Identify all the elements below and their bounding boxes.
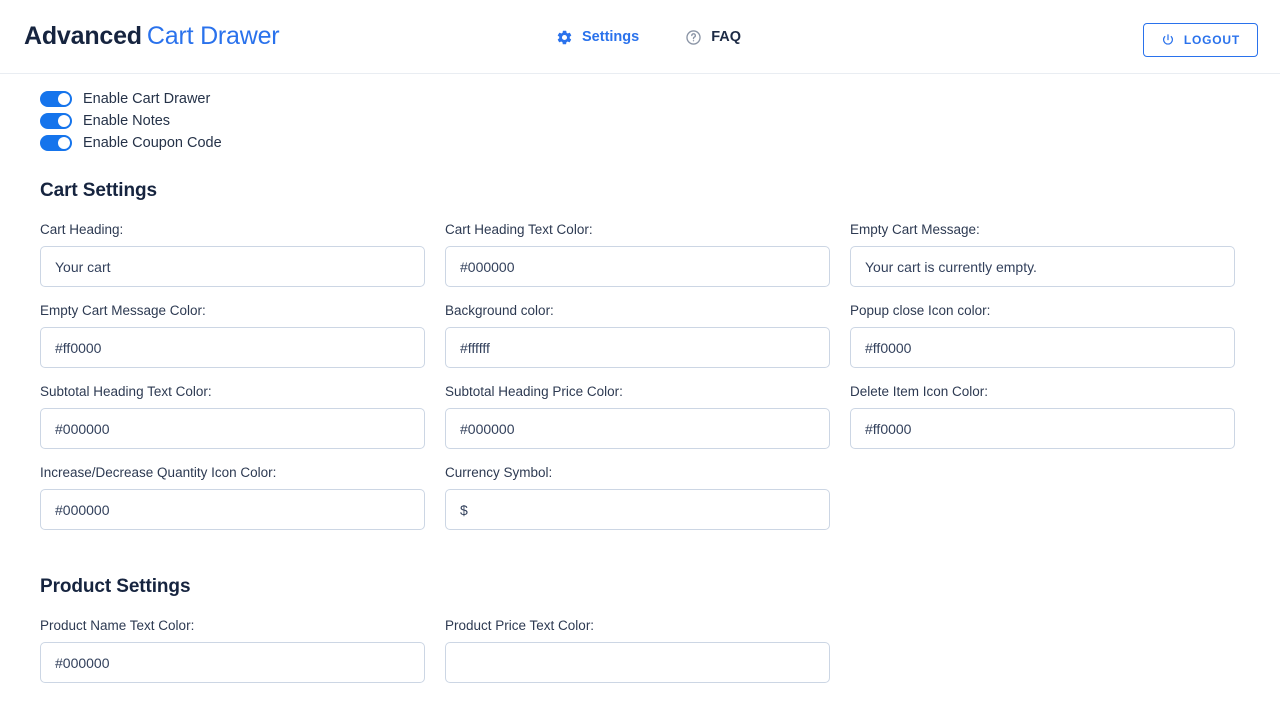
field-popup-close-icon-color: Popup close Icon color:: [850, 303, 1235, 368]
input-delete-item-icon-color[interactable]: [850, 408, 1235, 449]
toggle-row-enable-notes[interactable]: Enable Notes: [40, 110, 1240, 132]
brand-name-light: Cart Drawer: [146, 22, 280, 50]
field-delete-item-icon-color: Delete Item Icon Color:: [850, 384, 1235, 449]
app-header: Advanced Cart Drawer Settings FAQ LOGOUT: [0, 0, 1280, 74]
nav-item-faq-label: FAQ: [711, 29, 742, 45]
toggle-label-enable-notes: Enable Notes: [83, 113, 171, 129]
field-label-subtotal-heading-text-color: Subtotal Heading Text Color:: [40, 384, 212, 399]
input-subtotal-heading-text-color[interactable]: [40, 408, 425, 449]
cart-settings-section: Cart Settings Cart Heading: Cart Heading…: [40, 180, 1240, 546]
field-label-cart-heading-text-color: Cart Heading Text Color:: [445, 222, 593, 237]
cart-settings-grid: Cart Heading: Cart Heading Text Color: E…: [40, 222, 1240, 546]
field-label-subtotal-heading-price-color: Subtotal Heading Price Color:: [445, 384, 623, 399]
toggle-label-enable-cart-drawer: Enable Cart Drawer: [83, 91, 211, 107]
input-currency-symbol[interactable]: [445, 489, 830, 530]
toggle-label-enable-coupon-code: Enable Coupon Code: [83, 135, 222, 151]
field-product-name-text-color: Product Name Text Color:: [40, 618, 425, 683]
input-product-name-text-color[interactable]: [40, 642, 425, 683]
input-empty-cart-message[interactable]: [850, 246, 1235, 287]
input-product-price-text-color[interactable]: [445, 642, 830, 683]
input-subtotal-heading-price-color[interactable]: [445, 408, 830, 449]
input-cart-heading-text-color[interactable]: [445, 246, 830, 287]
field-label-currency-symbol: Currency Symbol:: [445, 465, 553, 480]
field-empty-cart-message-color: Empty Cart Message Color:: [40, 303, 425, 368]
input-cart-heading[interactable]: [40, 246, 425, 287]
logout-button-label: LOGOUT: [1183, 33, 1240, 47]
feature-toggle-list: Enable Cart Drawer Enable Notes Enable C…: [40, 88, 1240, 154]
field-label-popup-close-icon-color: Popup close Icon color:: [850, 303, 991, 318]
toggle-row-enable-coupon-code[interactable]: Enable Coupon Code: [40, 132, 1240, 154]
input-background-color[interactable]: [445, 327, 830, 368]
nav-item-faq[interactable]: FAQ: [685, 29, 741, 46]
field-product-price-text-color: Product Price Text Color:: [445, 618, 830, 683]
main-nav: Settings FAQ: [556, 0, 741, 74]
toggle-switch-enable-cart-drawer[interactable]: [40, 91, 72, 107]
field-label-empty-cart-message-color: Empty Cart Message Color:: [40, 303, 206, 318]
field-currency-symbol: Currency Symbol:: [445, 465, 830, 530]
field-subtotal-heading-price-color: Subtotal Heading Price Color:: [445, 384, 830, 449]
field-label-background-color: Background color:: [445, 303, 554, 318]
product-settings-section: Product Settings Product Name Text Color…: [40, 576, 1240, 699]
field-label-cart-heading: Cart Heading:: [40, 222, 124, 237]
field-subtotal-heading-text-color: Subtotal Heading Text Color:: [40, 384, 425, 449]
field-label-delete-item-icon-color: Delete Item Icon Color:: [850, 384, 989, 399]
product-settings-grid: Product Name Text Color: Product Price T…: [40, 618, 1240, 699]
field-label-empty-cart-message: Empty Cart Message:: [850, 222, 980, 237]
field-label-quantity-icon-color: Increase/Decrease Quantity Icon Color:: [40, 465, 277, 480]
power-icon: [1161, 33, 1175, 47]
nav-item-settings-label: Settings: [582, 29, 640, 45]
toggle-switch-enable-coupon-code[interactable]: [40, 135, 72, 151]
field-background-color: Background color:: [445, 303, 830, 368]
brand-name-strong: Advanced: [24, 22, 142, 50]
toggle-knob: [57, 92, 71, 106]
input-popup-close-icon-color[interactable]: [850, 327, 1235, 368]
toggle-switch-enable-notes[interactable]: [40, 113, 72, 129]
toggle-row-enable-cart-drawer[interactable]: Enable Cart Drawer: [40, 88, 1240, 110]
app-brand: Advanced Cart Drawer: [24, 22, 280, 50]
field-label-product-price-text-color: Product Price Text Color:: [445, 618, 595, 633]
field-cart-heading-text-color: Cart Heading Text Color:: [445, 222, 830, 287]
page-body: Enable Cart Drawer Enable Notes Enable C…: [0, 74, 1280, 699]
input-quantity-icon-color[interactable]: [40, 489, 425, 530]
input-empty-cart-message-color[interactable]: [40, 327, 425, 368]
product-settings-title: Product Settings: [40, 576, 191, 597]
question-circle-icon: [685, 29, 702, 46]
field-quantity-icon-color: Increase/Decrease Quantity Icon Color:: [40, 465, 425, 530]
field-empty-cart-message: Empty Cart Message:: [850, 222, 1235, 287]
nav-item-settings[interactable]: Settings: [556, 29, 639, 46]
gear-icon: [556, 29, 573, 46]
cart-settings-title: Cart Settings: [40, 180, 157, 201]
toggle-knob: [57, 114, 71, 128]
toggle-knob: [57, 136, 71, 150]
field-cart-heading: Cart Heading:: [40, 222, 425, 287]
logout-button[interactable]: LOGOUT: [1142, 23, 1258, 57]
field-label-product-name-text-color: Product Name Text Color:: [40, 618, 195, 633]
